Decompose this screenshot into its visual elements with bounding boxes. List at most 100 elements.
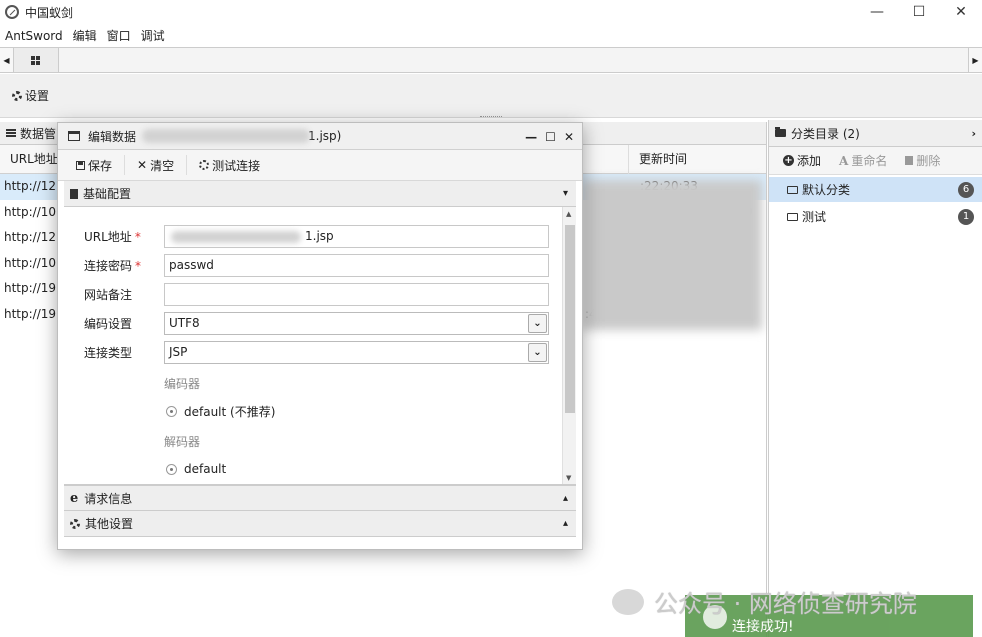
section-label: 其他设置 [85,517,134,531]
radio-icon [166,463,177,475]
chevron-down-icon: ▾ [562,188,568,199]
delete-category-button[interactable]: 删除 [905,152,940,169]
category-panel: 分类目录 (2) › + 添加 A 重命名 删除 默认分类 6 测试 1 [768,120,982,637]
chevron-down-icon: ⌄ [528,314,547,333]
dialog-title-bar[interactable]: 编辑数据 1.jsp) — ☐ ✕ [58,123,582,150]
data-panel-title: 数据管 [20,126,57,141]
collapse-chevron-icon[interactable]: › [971,127,976,140]
scroll-down-icon[interactable]: ▼ [566,474,571,482]
watermark-text: 公众号 · 网络侦查研究院 [654,590,917,618]
menu-antsword[interactable]: AntSword [0,29,68,43]
menu-window[interactable]: 窗口 [102,27,136,44]
wechat-logo-icon [612,588,644,615]
category-item-default[interactable]: 默认分类 6 [769,177,982,202]
category-item-test[interactable]: 测试 1 [769,204,982,229]
clear-label: 清空 [150,158,175,173]
decoder-heading: 解码器 [164,435,201,449]
row-url: http://19 [4,306,57,321]
clear-button[interactable]: ✕ 清空 [125,155,188,175]
antsword-logo-icon [5,5,19,19]
save-icon [76,160,85,170]
cogs-icon [70,518,80,529]
save-label: 保存 [88,158,113,173]
section-other-settings[interactable]: 其他设置 ▴ [64,511,576,537]
splitter-handle[interactable] [480,116,502,119]
delete-label: 删除 [916,154,941,168]
decoder-default-radio[interactable]: default [166,462,226,476]
dialog-toolbar: 保存 ✕ 清空 测试连接 [58,150,582,181]
close-icon[interactable]: ✕ [564,130,574,144]
window-icon [68,131,80,141]
category-toolbar: + 添加 A 重命名 删除 [769,147,982,175]
tab-scroll-right-icon[interactable]: ▶ [968,48,982,72]
grid-icon [31,55,41,65]
section-basic-config[interactable]: 基础配置 ▾ [64,181,576,207]
menu-debug[interactable]: 调试 [136,27,170,44]
watermark: 公众号 · 网络侦查研究院 [612,584,917,619]
minimize-icon[interactable]: — [525,130,537,144]
category-panel-header: 分类目录 (2) › [769,120,982,147]
url-field[interactable]: 1.jsp [164,225,549,248]
add-label: 添加 [797,154,822,168]
url-row: URL地址 * 1.jsp [84,225,549,248]
rename-category-button[interactable]: A 重命名 [839,152,887,169]
plus-circle-icon: + [783,155,794,166]
section-request-info[interactable]: e 请求信息 ▴ [64,485,576,511]
category-panel-title: 分类目录 (2) [791,126,860,141]
tab-home[interactable] [14,48,59,72]
minimize-button[interactable]: — [856,0,898,24]
form-scrollbar[interactable]: ▲ ▼ [562,207,576,484]
menu-edit[interactable]: 编辑 [68,27,102,44]
column-url[interactable]: URL地址 [0,145,58,174]
encoding-row: 编码设置 UTF8 ⌄ [84,312,549,335]
row-url: http://12 [4,179,57,193]
menu-bar: AntSword 编辑 窗口 调试 [0,25,982,46]
test-connection-button[interactable]: 测试连接 [187,155,272,175]
chevron-down-icon: ⌄ [528,343,547,362]
edit-data-dialog: 编辑数据 1.jsp) — ☐ ✕ 保存 ✕ 清空 测试连接 基础配置 ▾ UR… [57,122,583,550]
save-button[interactable]: 保存 [64,155,126,175]
type-label: 连接类型 [84,346,133,360]
basic-config-form: URL地址 * 1.jsp 连接密码 * passwd 网站备注 编码设置 UTF8… [64,207,576,485]
section-label: 请求信息 [84,491,133,506]
type-select[interactable]: JSP ⌄ [164,341,549,364]
redacted-url [171,231,301,243]
column-updated[interactable]: 更新时间 [628,145,687,174]
maximize-icon[interactable]: ☐ [545,130,556,144]
antsword-window: 中国蚁剑 — ☐ ✕ AntSword 编辑 窗口 调试 ◀ ▶ 设置 数据管 [0,0,982,637]
close-button[interactable]: ✕ [940,0,982,24]
encoder-default-radio[interactable]: default (不推荐) [166,403,275,420]
dialog-title: 编辑数据 [88,129,137,144]
redacted-url [142,129,311,143]
gear-icon [12,90,22,101]
redacted-area [582,180,762,330]
tab-scroll-left-icon[interactable]: ◀ [0,48,14,72]
radio-icon [166,406,177,417]
test-label: 测试连接 [212,158,261,173]
close-icon: ✕ [137,158,148,172]
section-label: 基础配置 [83,187,132,201]
scroll-up-icon[interactable]: ▲ [566,210,571,218]
trash-icon [905,156,914,165]
note-field[interactable] [164,283,549,306]
password-field[interactable]: passwd [164,254,549,277]
encoding-select[interactable]: UTF8 ⌄ [164,312,549,335]
category-label: 测试 [802,210,827,224]
row-url: http://10 [4,204,57,219]
add-category-button[interactable]: + 添加 [783,152,821,169]
scroll-thumb[interactable] [565,225,575,413]
folder-open-icon [787,212,798,221]
settings-button[interactable]: 设置 [12,87,49,104]
encoder-heading: 编码器 [164,377,201,391]
settings-label: 设置 [25,89,50,103]
document-icon [70,188,78,199]
row-url: http://12 [4,230,57,244]
type-row: 连接类型 JSP ⌄ [84,341,549,364]
maximize-button[interactable]: ☐ [898,0,940,24]
encoding-label: 编码设置 [84,317,133,331]
title-bar: 中国蚁剑 — ☐ ✕ [0,0,982,24]
note-row: 网站备注 [84,283,549,306]
url-label: URL地址 * [84,230,141,244]
ie-icon: e [70,490,79,506]
category-label: 默认分类 [802,183,851,197]
